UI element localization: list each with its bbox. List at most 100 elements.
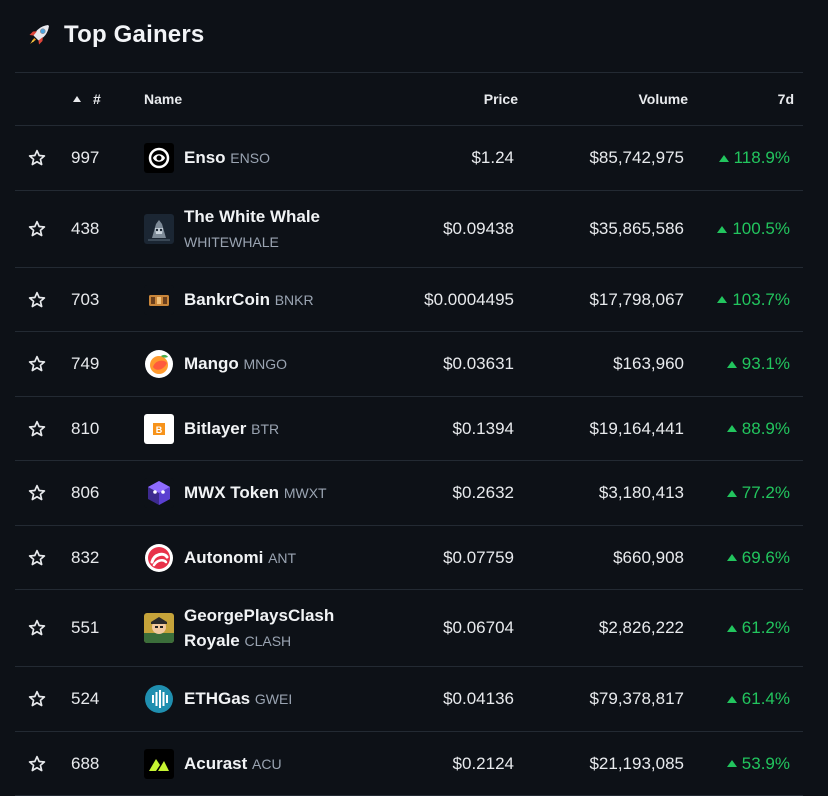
coin-symbol: CLASH [244,632,292,649]
table-row[interactable]: 810 B Bitlayer BTR $0.1394 $19,164,441 88.9% [15,397,803,461]
coin-label: Mango MNGO [184,351,287,377]
coin-name[interactable]: Acurast [184,754,247,773]
enso-logo [144,143,174,173]
table-row[interactable]: 997 Enso ENSO $1.24 $85,742,975 118.9% [15,126,803,191]
table-row[interactable]: 524 ETHGas GWEI $0.04136 $79,378,817 61.4% [15,667,803,732]
coin-name[interactable]: BankrCoin [184,290,270,309]
coin-name-cell[interactable]: B Bitlayer BTR [144,397,374,460]
change-cell: 100.5% [717,191,790,267]
gainers-table: # Name Price Volume 7d 997 Enso ENSO $1.24… [15,72,803,796]
coin-symbol: ACU [252,755,282,772]
coin-name-cell[interactable]: Mango MNGO [144,332,374,396]
volume-cell: $79,378,817 [589,689,684,708]
column-header-7d[interactable]: 7d [778,73,794,125]
volume-cell: $21,193,085 [589,753,684,773]
change-value: 61.4% [741,689,790,708]
coin-name-cell[interactable]: The White Whale WHITEWHALE [144,191,374,267]
ethgas-logo [144,684,174,714]
coin-label: MWX Token MWXT [184,480,327,506]
coin-name-cell[interactable]: BankrCoin BNKR [144,268,374,331]
clash-logo [144,613,174,643]
price-cell: $0.04136 [443,689,514,708]
coin-name[interactable]: The White Whale [184,207,320,226]
mango-logo [144,349,174,379]
coin-label: Enso ENSO [184,145,270,171]
coin-name[interactable]: MWX Token [184,483,279,502]
coin-name-cell[interactable]: GeorgePlaysClash Royale CLASH [144,590,374,666]
volume-cell: $2,826,222 [598,618,684,637]
table-row[interactable]: 551 GeorgePlaysClash Royale CLASH $0.06704… [15,590,803,667]
coin-symbol: ENSO [230,150,270,166]
column-header-name[interactable]: Name [144,73,182,125]
change-value: 103.7% [732,289,790,309]
rank-cell: 997 [71,148,100,167]
rank-cell: 832 [71,547,100,567]
up-triangle-icon [726,695,737,703]
coin-name-cell[interactable]: Acurast ACU [144,732,374,795]
favorite-star-icon[interactable] [27,667,47,731]
up-triangle-icon [718,154,729,162]
up-triangle-icon [717,225,728,233]
rank-cell: 551 [71,618,100,637]
table-row[interactable]: 438 The White Whale WHITEWHALE $0.09438 $35… [15,191,803,268]
coin-label: ETHGas GWEI [184,686,292,712]
column-header-volume[interactable]: Volume [638,73,688,125]
rank-cell: 749 [71,354,100,373]
coin-name-cell[interactable]: Enso ENSO [144,126,374,190]
coin-symbol: BNKR [274,291,314,308]
coin-name-cell[interactable]: Autonomi ANT [144,526,374,589]
volume-cell: $85,742,975 [589,148,684,167]
coin-name-cell[interactable]: MWX Token MWXT [144,461,374,525]
autonomi-logo [144,543,174,573]
change-cell: 69.6% [726,526,790,589]
favorite-star-icon[interactable] [27,268,47,331]
price-cell: $0.2632 [452,483,514,502]
mwx-logo [144,478,174,508]
coin-name[interactable]: Enso [184,148,226,167]
coin-symbol: MWXT [283,485,327,501]
column-header-rank[interactable]: # [73,73,101,125]
table-row[interactable]: 749 Mango MNGO $0.03631 $163,960 93.1% [15,332,803,397]
table-row[interactable]: 688 Acurast ACU $0.2124 $21,193,085 53.9% [15,732,803,796]
table-row[interactable]: 806 MWX Token MWXT $0.2632 $3,180,413 77.2% [15,461,803,526]
coin-name[interactable]: Mango [184,354,239,373]
favorite-star-icon[interactable] [27,732,47,795]
change-value: 100.5% [732,219,790,238]
whitewhale-logo [144,214,174,244]
favorite-star-icon[interactable] [27,126,47,190]
favorite-star-icon[interactable] [27,461,47,525]
coin-name[interactable]: ETHGas [184,689,250,708]
up-triangle-icon [726,624,737,632]
volume-cell: $19,164,441 [589,418,684,438]
sort-ascending-icon [73,96,81,102]
favorite-star-icon[interactable] [27,191,47,267]
page-title: Top Gainers [64,21,205,48]
favorite-star-icon[interactable] [27,397,47,460]
volume-cell: $35,865,586 [589,219,684,238]
coin-symbol: BTR [251,420,280,437]
price-cell: $0.03631 [443,354,514,373]
change-value: 69.6% [741,547,790,567]
column-header-price[interactable]: Price [484,73,518,125]
coin-name[interactable]: Bitlayer [184,419,246,438]
coin-name-cell[interactable]: ETHGas GWEI [144,667,374,731]
coin-label: GeorgePlaysClash Royale CLASH [184,603,354,654]
up-triangle-icon [726,360,737,368]
up-triangle-icon [726,425,737,432]
change-value: 93.1% [741,354,790,373]
price-cell: $0.0004495 [424,289,514,309]
change-value: 53.9% [741,753,790,773]
volume-cell: $3,180,413 [598,483,684,502]
rank-cell: 688 [71,753,100,773]
table-row[interactable]: 703 BankrCoin BNKR $0.0004495 $17,798,067 10… [15,268,803,332]
coin-name[interactable]: Autonomi [184,548,263,567]
price-cell: $0.2124 [452,753,514,773]
change-cell: 77.2% [726,461,790,525]
up-triangle-icon [726,554,737,561]
table-row[interactable]: 832 Autonomi ANT $0.07759 $660,908 69.6% [15,526,803,590]
favorite-star-icon[interactable] [27,590,47,666]
widget-header: Top Gainers [26,18,204,52]
favorite-star-icon[interactable] [27,332,47,396]
svg-text:B: B [156,425,163,435]
favorite-star-icon[interactable] [27,526,47,589]
